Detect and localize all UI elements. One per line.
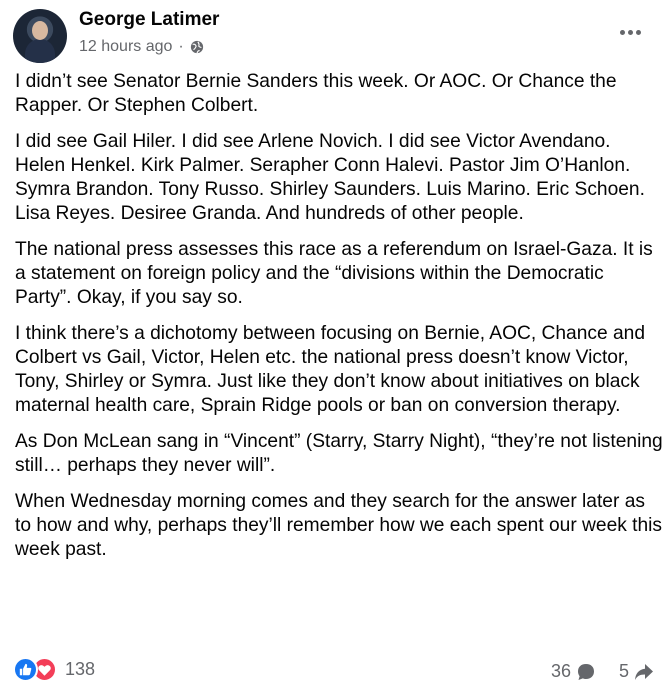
comments-count: 36 [551,661,572,681]
post-paragraph: I think there’s a dichotomy between focu… [15,323,646,416]
avatar-suit [25,39,55,63]
reactions-summary[interactable]: 138 [13,657,95,682]
shares-stat[interactable]: 5 [619,661,654,682]
more-dot [635,29,641,35]
author-name[interactable]: George Latimer [79,9,219,31]
like-icon [13,657,38,682]
post-paragraph: I didn’t see Senator Bernie Sanders this… [15,71,617,116]
more-dot [627,29,633,35]
post-paragraph: When Wednesday morning comes and they se… [15,491,663,560]
post-header: George Latimer 12 hours ago · [0,0,671,70]
engagement-bar: 138 36 5 [0,652,671,692]
share-arrow-icon [635,663,654,680]
comments-stat[interactable]: 36 [551,661,596,682]
post-paragraph: The national press assesses this race as… [15,239,653,308]
shares-count: 5 [619,661,630,681]
avatar[interactable] [13,9,67,63]
post-timestamp[interactable]: 12 hours ago [79,38,172,56]
post-paragraph: As Don McLean sang in “Vincent” (Starry,… [15,431,663,476]
avatar-face [32,21,48,40]
comment-bubble-icon [578,663,595,680]
more-dot [619,29,625,35]
post-paragraph: I did see Gail Hiler. I did see Arlene N… [15,131,645,224]
more-options-icon[interactable] [610,20,650,44]
post-meta: 12 hours ago · [79,38,204,56]
reactions-count: 138 [65,659,96,679]
meta-separator: · [178,38,184,55]
globe-icon[interactable] [190,40,204,54]
post-body: I didn’t see Senator Bernie Sanders this… [15,70,665,574]
